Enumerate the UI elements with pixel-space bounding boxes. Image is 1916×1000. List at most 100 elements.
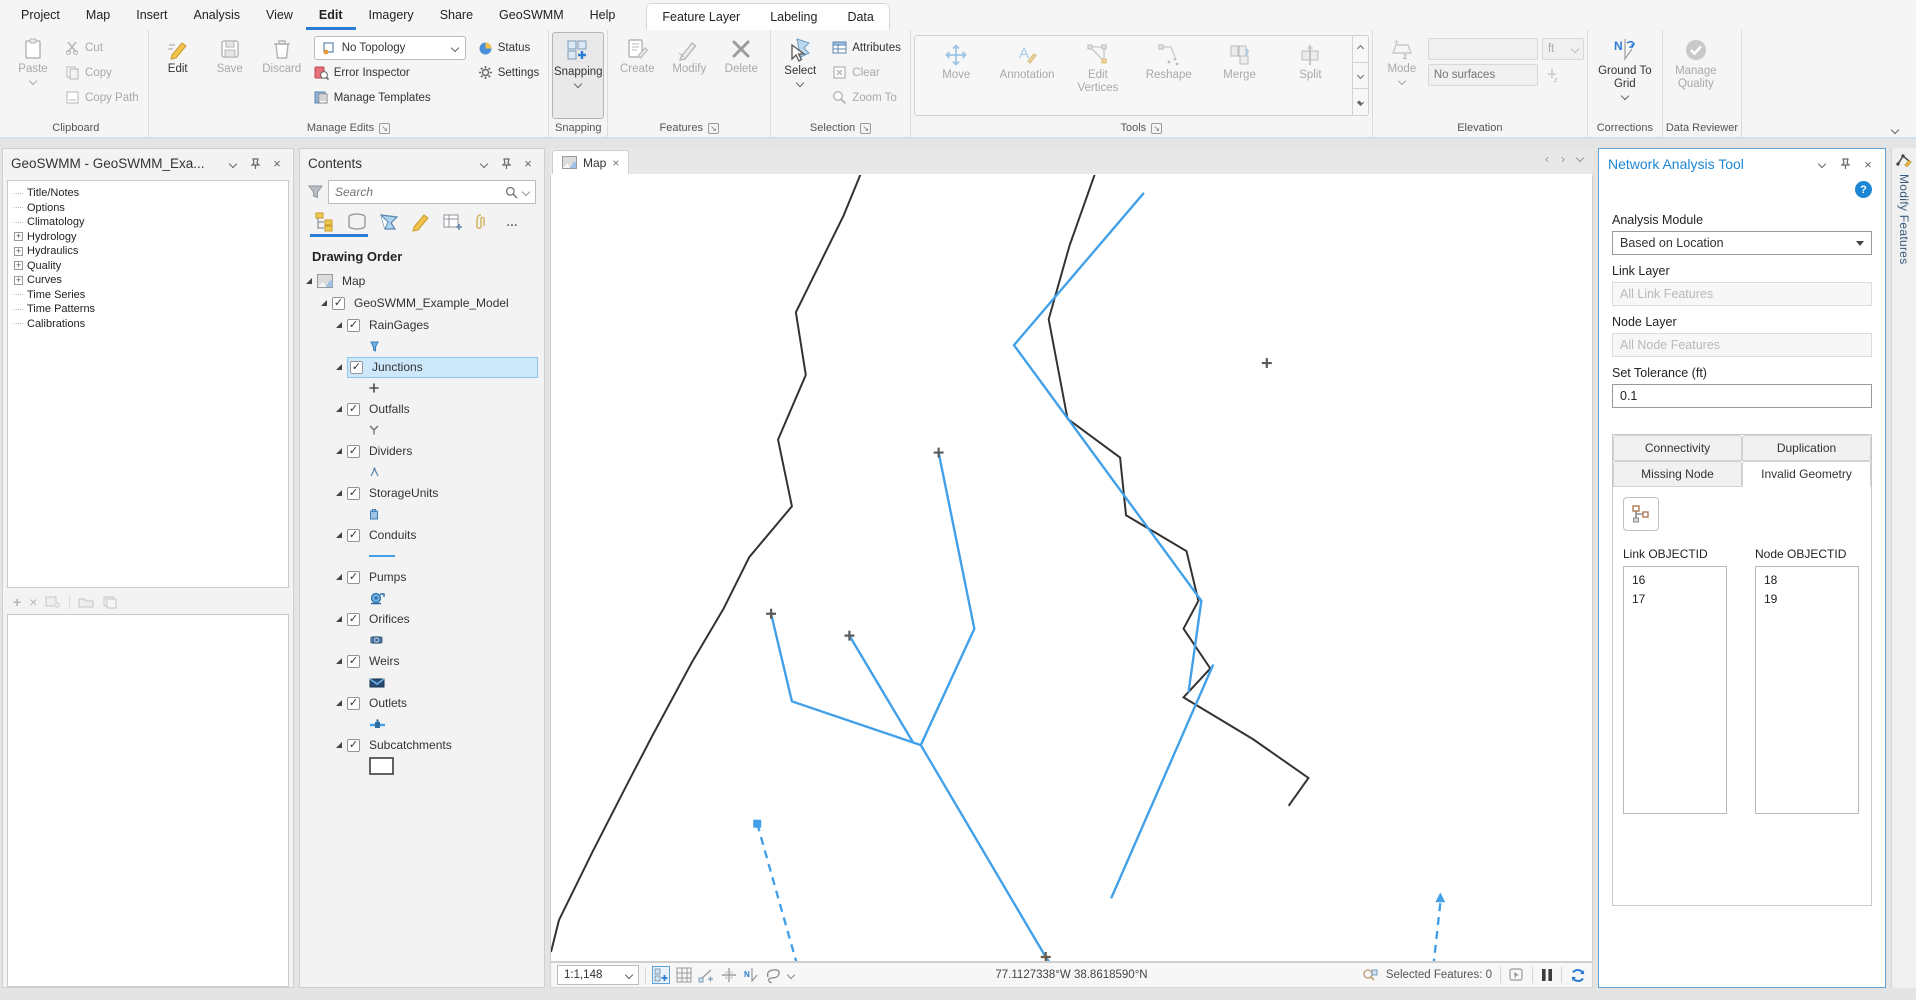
- settings-button[interactable]: Settings: [472, 60, 546, 85]
- selection-tab-icon[interactable]: [378, 212, 400, 232]
- layer-checkbox[interactable]: ✓: [347, 445, 360, 458]
- check-geometry-button[interactable]: [1623, 497, 1659, 531]
- select-tool-icon[interactable]: [1509, 968, 1524, 982]
- tab-invalid-geometry[interactable]: Invalid Geometry: [1742, 461, 1871, 487]
- open-item-icon[interactable]: [78, 595, 94, 609]
- select-button[interactable]: Select: [774, 32, 826, 119]
- nav-forward-icon[interactable]: ›: [1561, 152, 1565, 166]
- paste-dropdown-chevron[interactable]: [29, 77, 37, 85]
- menu-help[interactable]: Help: [577, 0, 629, 30]
- layer-checkbox[interactable]: ✓: [347, 487, 360, 500]
- expand-arrow[interactable]: [336, 364, 342, 370]
- geoswmm-panel-close-icon[interactable]: ×: [269, 156, 285, 172]
- cut-button[interactable]: Cut: [59, 35, 145, 60]
- expand-arrow[interactable]: [336, 490, 342, 496]
- layer-dividers[interactable]: ✓ Dividers: [306, 440, 544, 462]
- ground-to-grid-chevron[interactable]: [1621, 92, 1629, 100]
- list-item[interactable]: 19: [1764, 590, 1850, 609]
- save-button[interactable]: Save: [204, 32, 256, 119]
- layer-raingages[interactable]: ✓ RainGages: [306, 314, 544, 336]
- gallery-expand-button[interactable]: [1353, 89, 1368, 115]
- manage-edits-launcher[interactable]: ↘: [379, 123, 390, 134]
- layer-checkbox[interactable]: ✓: [347, 319, 360, 332]
- status-button[interactable]: Status: [472, 35, 546, 60]
- tab-data[interactable]: Data: [832, 4, 888, 30]
- delete-button[interactable]: Delete: [715, 32, 767, 119]
- nav-back-icon[interactable]: ‹: [1545, 152, 1549, 166]
- menu-imagery[interactable]: Imagery: [356, 0, 427, 30]
- layer-map[interactable]: Map: [306, 270, 544, 292]
- list-item[interactable]: 17: [1632, 590, 1718, 609]
- expand-arrow[interactable]: [336, 406, 342, 412]
- layer-subcatchments[interactable]: ✓ Subcatchments: [306, 734, 544, 756]
- analysis-module-dropdown[interactable]: Based on Location: [1612, 231, 1872, 255]
- expand-arrow[interactable]: [336, 700, 342, 706]
- geoswmm-panel-menu-chevron[interactable]: [225, 156, 241, 172]
- expand-arrow[interactable]: [336, 532, 342, 538]
- contents-menu-chevron[interactable]: [476, 156, 492, 172]
- split-button[interactable]: Split: [1284, 38, 1336, 113]
- menu-view[interactable]: View: [253, 0, 306, 30]
- labeling-tab-icon[interactable]: [442, 212, 464, 232]
- more-tabs-icon[interactable]: …: [506, 215, 519, 229]
- layer-checkbox[interactable]: ✓: [347, 403, 360, 416]
- expand-arrow[interactable]: [336, 658, 342, 664]
- expand-arrow[interactable]: [306, 278, 312, 284]
- snapping-tab-icon[interactable]: [474, 212, 496, 232]
- manage-templates-button[interactable]: Manage Templates: [308, 85, 472, 110]
- attributes-button[interactable]: Attributes: [826, 35, 907, 60]
- tolerance-input[interactable]: [1612, 384, 1872, 408]
- link-objectid-list[interactable]: 16 17: [1623, 566, 1727, 814]
- snapping-dropdown-chevron[interactable]: [574, 80, 582, 88]
- layers-item-icon[interactable]: [102, 595, 118, 609]
- layer-checkbox[interactable]: ✓: [347, 697, 360, 710]
- editing-tab-icon[interactable]: [410, 212, 432, 232]
- tree-item-time-series[interactable]: Time Series: [14, 288, 288, 303]
- merge-button[interactable]: Merge: [1214, 38, 1266, 113]
- nav-menu-chevron[interactable]: [1576, 154, 1584, 162]
- network-menu-chevron[interactable]: [1814, 156, 1830, 172]
- menu-analysis[interactable]: Analysis: [181, 0, 254, 30]
- search-options-chevron[interactable]: [522, 188, 530, 196]
- gallery-down-button[interactable]: [1353, 63, 1368, 90]
- menu-project[interactable]: Project: [8, 0, 73, 30]
- network-pin-icon[interactable]: [1837, 156, 1853, 172]
- features-launcher[interactable]: ↘: [708, 123, 719, 134]
- lasso-icon[interactable]: [765, 967, 782, 983]
- tab-feature-layer[interactable]: Feature Layer: [647, 4, 755, 30]
- tree-item-hydraulics[interactable]: +Hydraulics: [14, 244, 288, 259]
- layer-checkbox[interactable]: ✓: [347, 655, 360, 668]
- layer-checkbox[interactable]: ✓: [350, 361, 363, 374]
- list-item[interactable]: 18: [1764, 571, 1850, 590]
- mode-dropdown-chevron[interactable]: [1398, 77, 1406, 85]
- layer-conduits[interactable]: ✓ Conduits: [306, 524, 544, 546]
- snapping-toggle-icon[interactable]: [652, 966, 670, 984]
- delete-item-button[interactable]: ×: [29, 594, 37, 610]
- drawing-order-tab-icon[interactable]: [314, 212, 336, 232]
- constraints-icon[interactable]: [698, 967, 715, 983]
- filter-funnel-icon[interactable]: [308, 185, 323, 199]
- geoswmm-item-list[interactable]: [7, 614, 289, 987]
- expand-arrow[interactable]: [321, 300, 327, 306]
- menu-geoswmm[interactable]: GeoSWMM: [486, 0, 577, 30]
- zoom-to-button[interactable]: Zoom To: [826, 85, 907, 110]
- layer-checkbox[interactable]: ✓: [347, 571, 360, 584]
- mode-button[interactable]: z Mode: [1376, 32, 1428, 119]
- layer-checkbox[interactable]: ✓: [347, 529, 360, 542]
- elevation-value-input[interactable]: [1428, 38, 1538, 60]
- expand-plus-icon[interactable]: +: [14, 232, 23, 241]
- search-icon[interactable]: [505, 186, 518, 199]
- expand-arrow[interactable]: [336, 322, 342, 328]
- refresh-icon[interactable]: [1570, 968, 1586, 983]
- edit-button[interactable]: Edit: [152, 32, 204, 119]
- layer-outlets[interactable]: ✓ Outlets: [306, 692, 544, 714]
- expand-arrow[interactable]: [336, 742, 342, 748]
- layer-junctions[interactable]: ✓ Junctions: [306, 356, 544, 378]
- node-objectid-list[interactable]: 18 19: [1755, 566, 1859, 814]
- xy-snap-icon[interactable]: [721, 967, 737, 983]
- layer-checkbox[interactable]: ✓: [347, 739, 360, 752]
- geoswmm-panel-pin-icon[interactable]: [247, 156, 263, 172]
- expand-plus-icon[interactable]: +: [14, 247, 23, 256]
- manage-quality-button[interactable]: Manage Quality: [1666, 32, 1726, 119]
- remove-table-icon[interactable]: [45, 595, 61, 609]
